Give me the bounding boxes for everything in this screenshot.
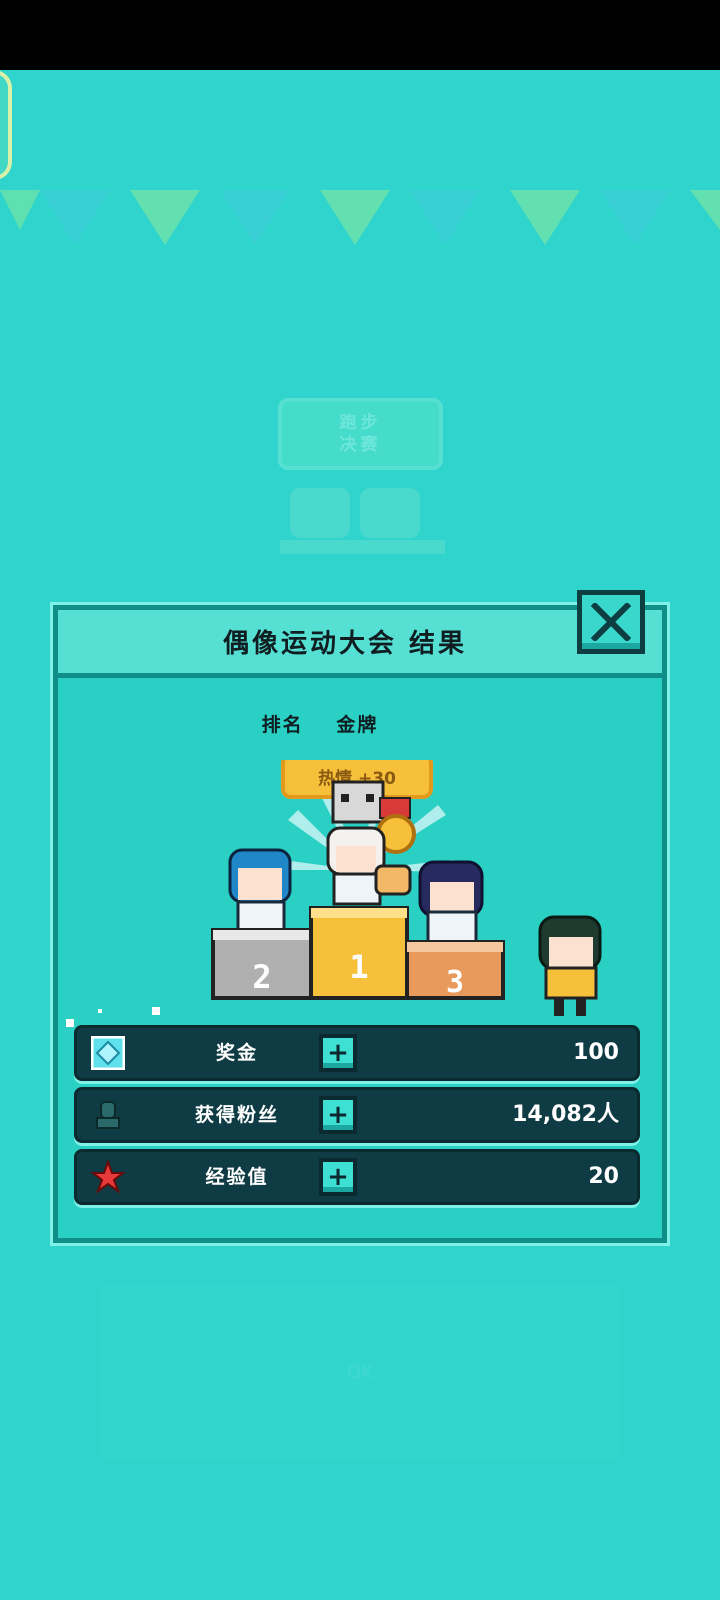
- stat-label-fans: 获得粉丝: [194, 1104, 279, 1126]
- podium-second-label: 2: [252, 958, 271, 996]
- fan-icon: [96, 1101, 120, 1129]
- stat-row-prize: 奖金 + 100: [74, 1025, 640, 1081]
- faded-button-text: OK: [347, 1362, 373, 1383]
- third-place-idol: [418, 860, 484, 944]
- plus-icon: +: [327, 1100, 349, 1130]
- stat-label-prize: 奖金: [215, 1042, 258, 1064]
- rank-line: 排名 金牌: [58, 710, 662, 737]
- star-icon: [91, 1160, 125, 1194]
- stat-row-fans: 获得粉丝 + 14,082人: [74, 1087, 640, 1143]
- close-icon: [591, 603, 631, 641]
- dialog-header: 偶像运动大会 结果: [58, 610, 662, 678]
- stat-value-prize: 100: [573, 1040, 619, 1065]
- stat-row-experience: 经验值 + 20: [74, 1149, 640, 1205]
- rank-value: 金牌: [336, 714, 379, 736]
- add-experience-button[interactable]: +: [319, 1158, 357, 1196]
- add-prize-button[interactable]: +: [319, 1034, 357, 1072]
- rank-label: 排名: [261, 714, 304, 736]
- faded-characters: [280, 488, 445, 554]
- faded-event-sign: 跑步 决赛: [278, 398, 443, 470]
- bunting-decoration: [0, 190, 720, 245]
- stat-label-experience: 经验值: [205, 1166, 269, 1188]
- stat-value-experience: 20: [588, 1164, 619, 1189]
- podium-first-label: 1: [349, 948, 368, 986]
- faded-sign-line2: 决赛: [339, 435, 382, 455]
- close-button[interactable]: [577, 590, 645, 654]
- plus-icon: +: [327, 1162, 349, 1192]
- diamond-icon: [91, 1036, 125, 1070]
- stat-value-fans: 14,082人: [512, 1102, 619, 1127]
- faded-ok-button: OK: [100, 1285, 620, 1460]
- cat-mascot: [331, 780, 385, 824]
- corner-tab: [0, 70, 12, 180]
- add-fans-button[interactable]: +: [319, 1096, 357, 1134]
- fourth-place-idol: [538, 915, 602, 1016]
- podium-third-label: 3: [446, 965, 464, 1000]
- dialog-title: 偶像运动大会 结果: [222, 629, 468, 659]
- status-bar: [0, 0, 720, 70]
- podium-scene: 热情 +30 2 1 3: [211, 760, 602, 1016]
- puppy-icon: [374, 864, 412, 896]
- plus-icon: +: [327, 1038, 349, 1068]
- faded-sign-line1: 跑步: [339, 413, 382, 433]
- second-place-idol: [228, 848, 292, 936]
- result-dialog: 偶像运动大会 结果 排名 金牌 热情 +30 2 1 3 奖金 + 100 获得…: [53, 590, 667, 1243]
